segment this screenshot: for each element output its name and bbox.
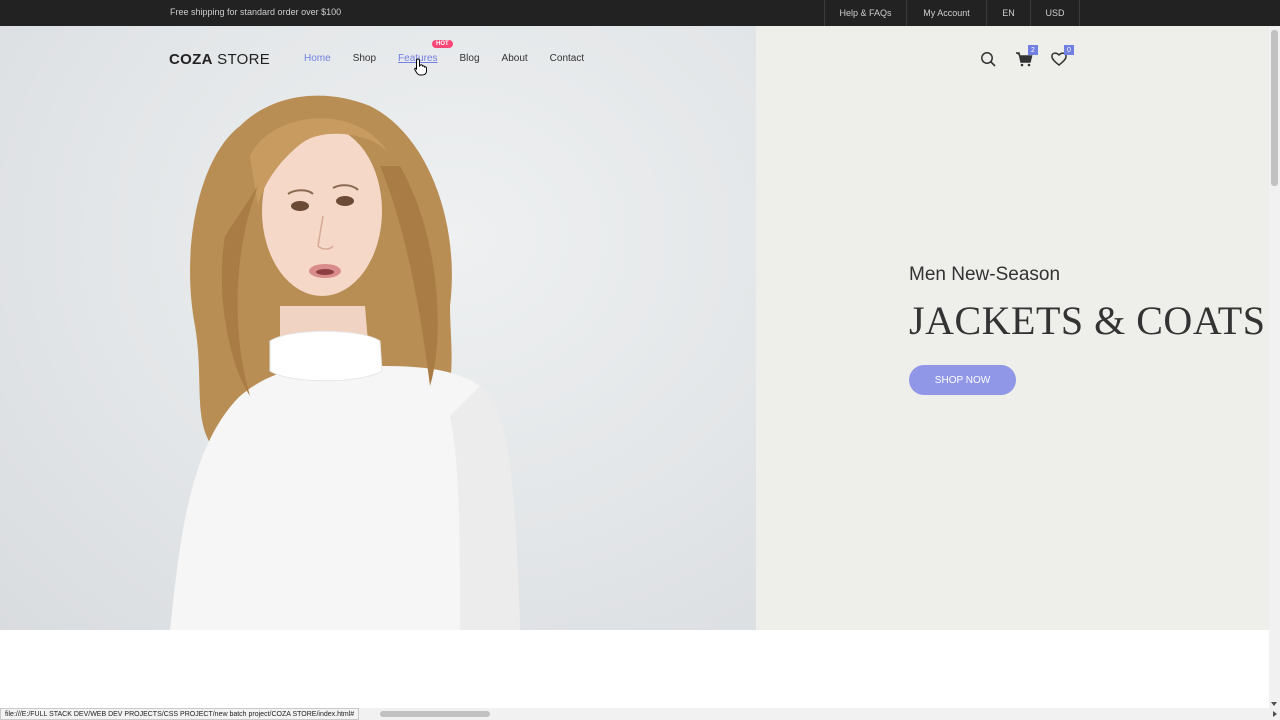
scroll-right-arrow-icon[interactable] — [1273, 711, 1277, 717]
cart-count-badge: 2 — [1028, 45, 1038, 55]
help-faqs-link[interactable]: Help & FAQs — [824, 0, 906, 26]
nav-blog[interactable]: Blog — [460, 53, 480, 64]
logo-light-text: STORE — [212, 51, 271, 68]
nav-home[interactable]: Home — [304, 53, 331, 64]
top-bar-links: Help & FAQs My Account EN USD — [824, 0, 1080, 26]
hot-badge: HOT — [432, 40, 453, 48]
hand-cursor-icon — [414, 58, 427, 76]
vertical-scrollbar[interactable] — [1269, 26, 1280, 708]
scroll-down-arrow-icon[interactable] — [1271, 702, 1277, 706]
shipping-promo-text: Free shipping for standard order over $1… — [170, 7, 342, 17]
hero-title: JACKETS & COATS — [909, 298, 1266, 343]
hero-subtitle: Men New-Season — [909, 264, 1061, 285]
currency-selector[interactable]: USD — [1030, 0, 1080, 26]
search-icon[interactable] — [979, 50, 997, 68]
wishlist-count-badge: 0 — [1064, 45, 1074, 55]
main-nav: Home Shop Features HOT Blog About Contac… — [304, 40, 606, 64]
vertical-scroll-thumb[interactable] — [1271, 30, 1278, 186]
hero-image-panel — [0, 26, 756, 630]
coza-store-logo[interactable]: COZA STORE — [169, 51, 270, 68]
model-photo — [170, 95, 520, 630]
my-account-link[interactable]: My Account — [906, 0, 986, 26]
logo-bold-text: COZA — [169, 51, 213, 68]
nav-contact[interactable]: Contact — [550, 53, 584, 64]
horizontal-scroll-thumb[interactable] — [380, 711, 490, 717]
shop-now-button[interactable]: SHOP NOW — [909, 365, 1016, 395]
nav-about[interactable]: About — [502, 53, 528, 64]
language-selector[interactable]: EN — [986, 0, 1030, 26]
link-status-bar: file:///E:/FULL STACK DEV/WEB DEV PROJEC… — [0, 708, 360, 720]
top-bar: Free shipping for standard order over $1… — [0, 0, 1280, 26]
nav-shop[interactable]: Shop — [353, 53, 376, 64]
